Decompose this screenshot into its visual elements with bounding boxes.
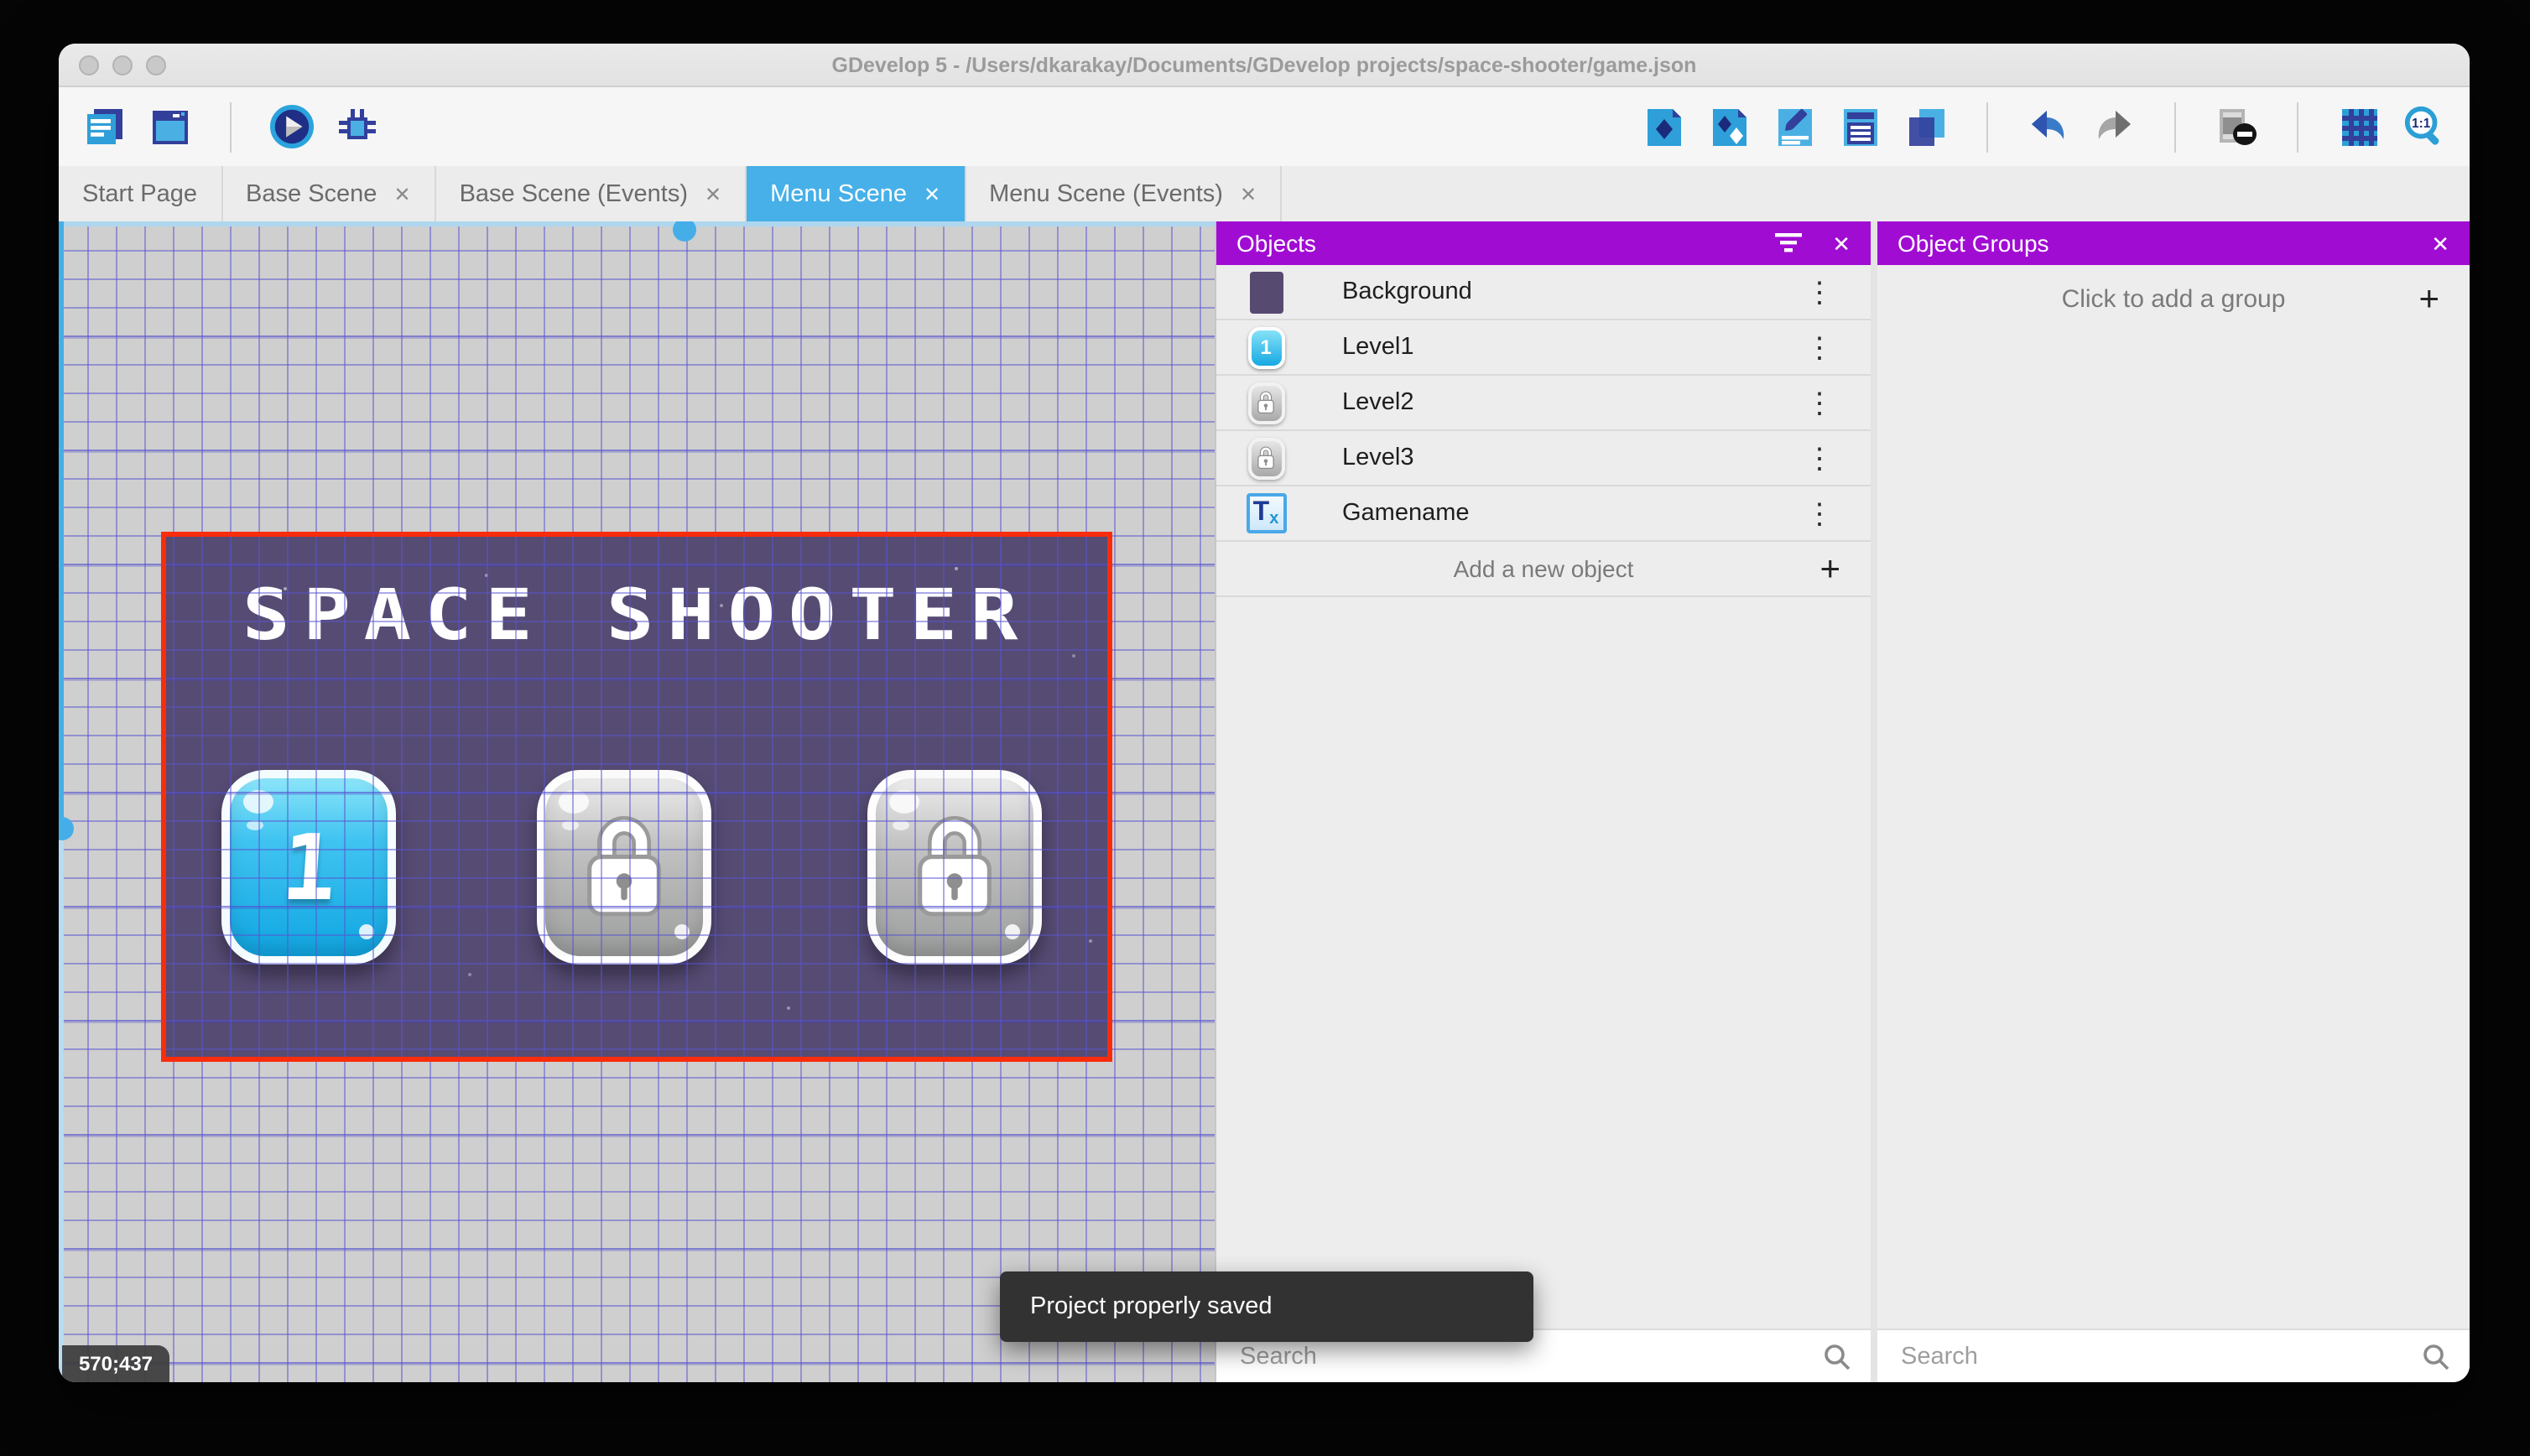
layers-icon[interactable]	[1904, 105, 1948, 148]
add-object-plus-icon[interactable]: +	[1819, 551, 1840, 586]
properties-icon[interactable]	[1773, 105, 1817, 148]
object-row-level2[interactable]: Level2 ⋮	[1216, 376, 1871, 431]
object-label: Level1	[1342, 334, 1414, 361]
toolbar-separator	[2174, 101, 2176, 152]
redo-icon[interactable]	[2092, 105, 2136, 148]
debug-icon[interactable]	[336, 105, 379, 148]
object-groups-icon[interactable]	[1708, 105, 1752, 148]
filter-icon[interactable]	[1775, 233, 1803, 253]
add-object-row[interactable]: Add a new object +	[1216, 542, 1871, 597]
tab-base-scene-events[interactable]: Base Scene (Events) ✕	[436, 166, 747, 221]
object-label: Gamename	[1342, 500, 1470, 527]
object-groups-panel: Object Groups ✕ Click to add a group +	[1877, 221, 2470, 1382]
cursor-coordinates-badge: 570;437	[62, 1345, 169, 1382]
screenshot-stage: GDevelop 5 - /Users/dkarakay/Documents/G…	[0, 0, 2530, 1456]
object-row-background[interactable]: Background ⋮	[1216, 265, 1871, 320]
close-panel-icon[interactable]: ✕	[1832, 232, 1851, 254]
level3-button-instance[interactable]	[867, 770, 1042, 965]
svg-text:1:1: 1:1	[2412, 117, 2431, 131]
object-groups-panel-title: Object Groups	[1898, 230, 2049, 257]
background-swatch-icon	[1245, 270, 1287, 314]
main-toolbar: 1:1	[59, 87, 2470, 166]
object-row-gamename[interactable]: Tx Gamename ⋮	[1216, 486, 1871, 542]
level2-button-instance[interactable]	[537, 770, 711, 965]
toolbar-separator	[1986, 101, 1988, 152]
scene-title-text-instance[interactable]: SPACE SHOOTER	[110, 574, 1164, 656]
zoom-1to1-icon[interactable]: 1:1	[2402, 105, 2446, 148]
text-object-icon: Tx	[1245, 491, 1287, 535]
object-row-level3[interactable]: Level3 ⋮	[1216, 431, 1871, 486]
undo-icon[interactable]	[2027, 105, 2070, 148]
tab-close-icon[interactable]: ✕	[924, 184, 940, 204]
scene-editor-canvas[interactable]: SPACE SHOOTER 1 570;437	[59, 221, 1215, 1382]
level1-digit: 1	[278, 814, 340, 920]
toolbar-separator	[2297, 101, 2298, 152]
tab-close-icon[interactable]: ✕	[705, 184, 721, 204]
delete-instances-icon[interactable]	[2215, 105, 2258, 148]
play-icon[interactable]	[270, 105, 314, 148]
search-icon	[1825, 1344, 1851, 1370]
objects-panel-header: Objects ✕	[1216, 221, 1871, 265]
instances-list-icon[interactable]	[1839, 105, 1882, 148]
object-menu-icon[interactable]: ⋮	[1805, 333, 1834, 361]
project-manager-icon[interactable]	[82, 105, 126, 148]
add-group-label: Click to add a group	[2061, 284, 2286, 313]
close-panel-icon[interactable]: ✕	[2431, 232, 2449, 254]
object-groups-empty-area	[1877, 332, 2470, 1329]
tab-label: Base Scene	[246, 180, 377, 207]
objects-search-input[interactable]	[1236, 1341, 1810, 1371]
vertical-scrollbar[interactable]	[59, 221, 74, 1382]
object-menu-icon[interactable]: ⋮	[1805, 278, 1834, 306]
object-groups-search-bar	[1877, 1329, 2470, 1382]
save-toast: Project properly saved	[1000, 1271, 1533, 1342]
tab-close-icon[interactable]: ✕	[393, 184, 410, 204]
objects-panel: Objects ✕ Background ⋮ 1 Level1 ⋮ Level2…	[1215, 221, 1871, 1382]
lock-icon	[587, 816, 661, 917]
add-instance-icon[interactable]	[1642, 105, 1686, 148]
object-row-level1[interactable]: 1 Level1 ⋮	[1216, 320, 1871, 376]
add-object-label: Add a new object	[1453, 555, 1634, 582]
add-group-plus-icon[interactable]: +	[2418, 281, 2439, 316]
object-label: Background	[1342, 278, 1472, 305]
object-groups-search-input[interactable]	[1898, 1341, 2409, 1371]
tab-label: Menu Scene (Events)	[989, 180, 1223, 207]
tab-label: Menu Scene	[770, 180, 907, 207]
tab-menu-scene-events[interactable]: Menu Scene (Events) ✕	[966, 166, 1283, 221]
tab-label: Start Page	[82, 180, 198, 207]
add-group-row[interactable]: Click to add a group +	[1877, 265, 2470, 332]
title-bar: GDevelop 5 - /Users/dkarakay/Documents/G…	[59, 44, 2470, 87]
tab-base-scene[interactable]: Base Scene ✕	[222, 166, 436, 221]
object-label: Level2	[1342, 389, 1414, 416]
search-icon	[2423, 1344, 2449, 1370]
tab-menu-scene[interactable]: Menu Scene ✕	[747, 166, 966, 221]
panel-divider[interactable]	[1871, 221, 1877, 1382]
gdevelop-window: GDevelop 5 - /Users/dkarakay/Documents/G…	[59, 44, 2470, 1382]
object-label: Level3	[1342, 445, 1414, 471]
grid-icon[interactable]	[2337, 105, 2381, 148]
start-page-icon[interactable]	[148, 105, 191, 148]
lock-icon	[918, 816, 992, 917]
objects-panel-title: Objects	[1236, 230, 1316, 257]
objects-panel-empty-area	[1216, 597, 1871, 1329]
vertical-scrollbar-thumb[interactable]	[59, 817, 74, 840]
level1-thumbnail-icon: 1	[1245, 325, 1287, 369]
object-menu-icon[interactable]: ⋮	[1805, 388, 1834, 417]
tab-start-page[interactable]: Start Page	[59, 166, 223, 221]
toolbar-separator	[230, 101, 232, 152]
locked-thumbnail-icon	[1245, 436, 1287, 480]
tab-label: Base Scene (Events)	[459, 180, 688, 207]
toast-message: Project properly saved	[1030, 1293, 1273, 1320]
object-menu-icon[interactable]: ⋮	[1805, 444, 1834, 472]
window-title: GDevelop 5 - /Users/dkarakay/Documents/G…	[831, 53, 1697, 76]
locked-thumbnail-icon	[1245, 381, 1287, 424]
game-scene-background[interactable]: SPACE SHOOTER 1	[166, 537, 1107, 1057]
horizontal-scrollbar[interactable]	[59, 221, 1215, 242]
level1-button-instance[interactable]: 1	[221, 770, 396, 965]
object-menu-icon[interactable]: ⋮	[1805, 499, 1834, 528]
horizontal-scrollbar-thumb[interactable]	[673, 221, 696, 242]
tab-close-icon[interactable]: ✕	[1240, 184, 1257, 204]
object-groups-panel-header: Object Groups ✕	[1877, 221, 2470, 265]
tab-bar: Start Page Base Scene ✕ Base Scene (Even…	[59, 166, 2470, 221]
